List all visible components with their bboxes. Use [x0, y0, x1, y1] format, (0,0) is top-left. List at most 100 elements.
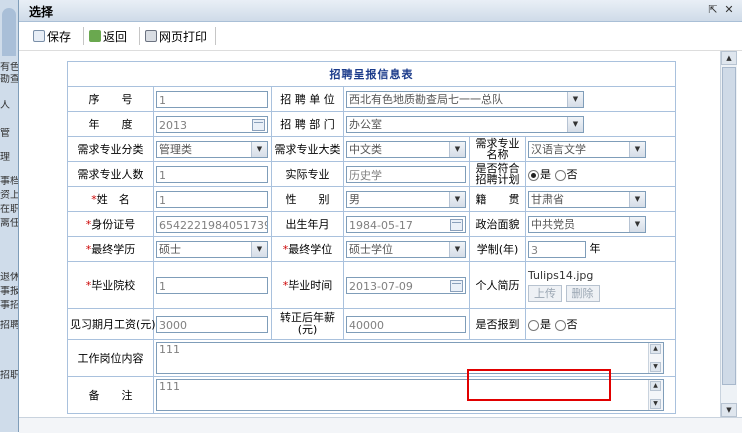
duration-input[interactable]: 3 — [528, 240, 586, 258]
calendar-icon[interactable] — [450, 279, 463, 292]
duration-label: 学制(年) — [469, 236, 526, 262]
sidebar-fragment[interactable]: 人 — [0, 100, 18, 112]
back-button[interactable]: 返回 — [89, 28, 127, 44]
sidebar-fragment[interactable]: 事档 — [0, 176, 18, 188]
in-plan-label-2: 招聘计划 — [475, 173, 520, 186]
textarea-scrollbar[interactable]: ▲ ▼ — [648, 380, 663, 410]
in-plan-yes-radio[interactable] — [528, 169, 539, 181]
gender-select[interactable]: 男 ▼ — [346, 190, 466, 208]
sidebar-fragment[interactable]: 招聘 — [0, 320, 18, 332]
sidebar-fragment[interactable]: 招职 — [0, 370, 18, 382]
year-input[interactable]: 2013 — [156, 115, 268, 133]
duration-unit: 年 — [589, 242, 601, 256]
demand-count-input[interactable]: 1 — [156, 165, 268, 183]
in-plan-yes-label: 是 — [540, 168, 551, 181]
popout-icon[interactable]: ⇱ — [707, 3, 719, 16]
degree-label: 最终学位 — [288, 243, 333, 256]
school-label: 毕业院校 — [91, 279, 136, 292]
sidebar-fragment[interactable]: 退休 — [0, 272, 18, 284]
dialog-scrollbar[interactable]: ▲ ▼ — [720, 51, 737, 417]
dept-select[interactable]: 办公室 ▼ — [346, 115, 584, 133]
save-label: 保存 — [47, 29, 72, 44]
printer-icon — [145, 30, 157, 42]
sidebar-fragment[interactable]: 事报 — [0, 286, 18, 298]
education-value: 硕士 — [159, 242, 181, 256]
grad-time-input[interactable]: 2013-07-09 — [346, 276, 466, 294]
id-card-input[interactable]: 654222198405173912 — [156, 215, 268, 233]
gender-value: 男 — [349, 192, 360, 206]
sidebar-fragment[interactable]: 资上 — [0, 190, 18, 202]
chevron-down-icon: ▼ — [251, 241, 267, 257]
remark-label: 备 注 — [67, 376, 154, 414]
major-name-select[interactable]: 汉语言文学 ▼ — [528, 140, 646, 158]
chevron-down-icon: ▼ — [629, 191, 645, 207]
job-content-label: 工作岗位内容 — [67, 339, 154, 377]
close-icon[interactable]: ✕ — [723, 3, 735, 16]
chevron-down-icon: ▼ — [629, 141, 645, 157]
scroll-down-icon[interactable]: ▼ — [650, 399, 661, 409]
degree-select[interactable]: 硕士学位 ▼ — [346, 240, 466, 258]
scroll-down-icon[interactable]: ▼ — [721, 403, 737, 417]
chevron-down-icon: ▼ — [449, 191, 465, 207]
textarea-scrollbar[interactable]: ▲ ▼ — [648, 343, 663, 373]
calendar-icon[interactable] — [450, 218, 463, 231]
intern-salary-label: 见习期月工资(元) — [67, 308, 156, 340]
birth-value: 1984-05-17 — [349, 218, 413, 232]
serial-input[interactable]: 1 — [156, 90, 268, 108]
resume-filename[interactable]: Tulips14.jpg — [528, 269, 673, 282]
grad-time-value: 2013-07-09 — [349, 279, 413, 293]
major-class-label: 需求专业大类 — [271, 136, 344, 162]
sidebar-fragment: 勘查 — [0, 74, 18, 85]
back-label: 返回 — [103, 29, 128, 44]
scroll-up-icon[interactable]: ▲ — [721, 51, 737, 65]
delete-button[interactable]: 删除 — [565, 284, 600, 302]
scrollbar-thumb[interactable] — [722, 67, 736, 385]
in-plan-no-radio[interactable] — [554, 169, 566, 181]
save-button[interactable]: 保存 — [33, 28, 71, 44]
reported-yes-radio[interactable] — [528, 319, 539, 331]
sidebar-fragment[interactable]: 理 — [0, 152, 18, 164]
education-label: 最终学历 — [91, 243, 136, 256]
school-input[interactable]: 1 — [156, 276, 268, 294]
in-plan-no-label: 否 — [566, 168, 578, 181]
name-input[interactable]: 1 — [156, 190, 268, 208]
regular-salary-label-2: (元) — [297, 323, 318, 336]
remark-value: 111 — [159, 380, 180, 393]
toolbar-separator — [139, 27, 140, 45]
native-select[interactable]: 甘肃省 ▼ — [528, 190, 646, 208]
upload-button[interactable]: 上传 — [528, 284, 562, 302]
reported-no-radio[interactable] — [554, 319, 566, 331]
toolbar: 保存 返回 网页打印 — [19, 22, 742, 51]
dept-label: 招 聘 部 门 — [271, 111, 344, 137]
scroll-up-icon[interactable]: ▲ — [650, 344, 661, 354]
highlight-box — [467, 369, 611, 401]
political-select[interactable]: 中共党员 ▼ — [528, 215, 646, 233]
scroll-up-icon[interactable]: ▲ — [650, 381, 661, 391]
reported-no-label: 否 — [566, 318, 578, 331]
actual-major-input[interactable]: 历史学 — [346, 165, 466, 183]
scroll-down-icon[interactable]: ▼ — [650, 362, 661, 372]
sidebar-fragment[interactable]: 在职 — [0, 204, 18, 216]
unit-select[interactable]: 西北有色地质勘查局七一一总队 ▼ — [346, 90, 584, 108]
intern-salary-input[interactable]: 3000 — [156, 315, 268, 333]
serial-label: 序 号 — [67, 86, 154, 112]
major-class-select[interactable]: 中文类 ▼ — [346, 140, 466, 158]
education-select[interactable]: 硕士 ▼ — [156, 240, 268, 258]
recruit-report-table: 招聘呈报信息表 序 号 1 招 聘 单 位 西北有色地质勘查局七一一总队 ▼ 年 … — [66, 61, 677, 414]
major-name-label-2: 名称 — [486, 148, 509, 161]
native-label: 籍 贯 — [469, 186, 526, 212]
calendar-icon[interactable] — [252, 118, 265, 131]
sidebar-fragment[interactable]: 离任 — [0, 218, 18, 230]
chevron-down-icon: ▼ — [629, 216, 645, 232]
sidebar-fragment: 有色 — [0, 62, 18, 73]
save-icon — [33, 30, 45, 42]
grad-time-label: 毕业时间 — [288, 279, 333, 292]
sidebar-fragment[interactable]: 管 — [0, 128, 18, 140]
sidebar-fragment[interactable]: 事招 — [0, 300, 18, 312]
political-value: 中共党员 — [531, 217, 575, 231]
regular-salary-input[interactable]: 40000 — [346, 315, 466, 333]
year-value: 2013 — [159, 118, 187, 132]
major-category-select[interactable]: 管理类 ▼ — [156, 140, 268, 158]
birth-input[interactable]: 1984-05-17 — [346, 215, 466, 233]
print-button[interactable]: 网页打印 — [145, 28, 207, 44]
